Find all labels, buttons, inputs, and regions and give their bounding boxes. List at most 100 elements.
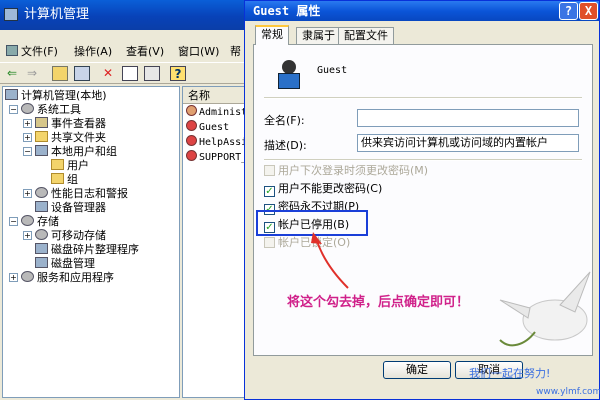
tree-shared-folders[interactable]: + 共享文件夹 xyxy=(23,131,106,145)
device-manager-icon xyxy=(35,201,48,212)
menu-file-label: 文件(F) xyxy=(21,45,58,58)
list-item-label: Administ xyxy=(199,107,248,118)
highlight-box xyxy=(256,210,368,236)
folder-open-icon xyxy=(51,159,64,170)
list-item[interactable]: Administ xyxy=(186,105,247,120)
collapse-icon[interactable]: − xyxy=(23,147,32,156)
computer-icon xyxy=(5,89,18,100)
list-item[interactable]: SUPPORT_ xyxy=(186,150,247,165)
menu-action[interactable]: 操作(A) xyxy=(74,43,112,59)
perf-logs-icon xyxy=(35,187,48,198)
menu-window[interactable]: 窗口(W) xyxy=(178,43,219,59)
delete-icon[interactable]: ✕ xyxy=(100,66,116,81)
tree-disk-management[interactable]: 磁盘管理 xyxy=(35,257,95,271)
console-tree: 计算机管理(本地) − 系统工具 + 事件查看器 + 共享文件夹 − 本地用户和组 用户… xyxy=(2,86,180,398)
forward-arrow-icon[interactable]: ⇒ xyxy=(24,66,40,81)
tools-icon xyxy=(21,103,34,114)
tree-label: 磁盘碎片整理程序 xyxy=(51,243,139,256)
services-icon xyxy=(21,271,34,282)
tree-label: 可移动存储 xyxy=(51,229,106,242)
tree-root[interactable]: 计算机管理(本地) xyxy=(5,89,107,103)
help-icon[interactable]: ? xyxy=(170,66,186,81)
menu-file[interactable]: 文件(F) xyxy=(6,43,58,59)
expand-icon[interactable]: + xyxy=(23,133,32,142)
folder-icon xyxy=(51,173,64,184)
tab-general[interactable]: 常规 xyxy=(255,25,289,45)
storage-icon xyxy=(21,215,34,226)
tree-label: 磁盘管理 xyxy=(51,257,95,270)
tree-label: 本地用户和组 xyxy=(51,145,117,158)
fullname-label: 全名(F): xyxy=(264,114,305,127)
tree-root-label: 计算机管理(本地) xyxy=(21,89,107,102)
computer-management-icon xyxy=(4,8,18,21)
description-field[interactable]: 供来宾访问计算机或访问域的内置帐户 xyxy=(357,134,579,152)
cm-title-text: 计算机管理 xyxy=(24,7,90,22)
cannot-change-password-checkbox[interactable]: ✓ 用户不能更改密码(C) xyxy=(264,182,382,197)
tree-users[interactable]: 用户 xyxy=(51,159,89,173)
watermark-url: www.ylmf.com xyxy=(536,387,600,397)
expand-icon[interactable]: + xyxy=(23,119,32,128)
tree-label: 组 xyxy=(67,173,78,186)
tree-label: 用户 xyxy=(67,159,89,172)
disabled-user-icon xyxy=(186,135,197,146)
cm-menu-bar: 文件(F) 操作(A) 查看(V) 窗口(W) 帮 xyxy=(0,40,245,62)
watermark-text: 我们一起在努力! xyxy=(469,367,551,380)
column-header-name[interactable]: 名称 xyxy=(183,87,247,104)
dialog-title-bar[interactable]: Guest 属性 ? X xyxy=(245,1,599,21)
defrag-icon xyxy=(35,243,48,254)
list-item[interactable]: Guest xyxy=(186,120,229,135)
must-change-password-checkbox[interactable]: 用户下次登录时须更改密码(M) xyxy=(264,164,428,178)
expand-icon[interactable]: + xyxy=(9,273,18,282)
tree-storage[interactable]: − 存储 xyxy=(9,215,59,229)
instruction-annotation: 将这个勾去掉，后点确定即可！ xyxy=(287,295,470,310)
tree-perf-logs[interactable]: + 性能日志和警报 xyxy=(23,187,128,201)
expand-icon[interactable]: + xyxy=(23,189,32,198)
tree-event-viewer[interactable]: + 事件查看器 xyxy=(23,117,106,131)
collapse-icon[interactable]: − xyxy=(9,217,18,226)
cm-toolbar: ⇐ ⇒ ✕ ? xyxy=(0,62,245,84)
tree-label: 事件查看器 xyxy=(51,117,106,130)
tab-member-of[interactable]: 隶属于 xyxy=(296,27,341,44)
export-icon[interactable] xyxy=(144,66,160,81)
menu-view[interactable]: 查看(V) xyxy=(126,43,164,59)
disabled-user-icon xyxy=(186,150,197,161)
close-button[interactable]: X xyxy=(579,2,598,20)
ok-button[interactable]: 确定 xyxy=(383,361,451,379)
list-item-label: HelpAssi xyxy=(199,137,248,148)
list-item[interactable]: HelpAssi xyxy=(186,135,247,150)
tree-local-users-groups[interactable]: − 本地用户和组 xyxy=(23,145,117,159)
menu-help[interactable]: 帮 xyxy=(230,43,241,59)
shared-folder-icon xyxy=(35,131,48,142)
event-viewer-icon xyxy=(35,117,48,128)
tree-label: 系统工具 xyxy=(37,103,81,116)
users-groups-icon xyxy=(35,145,48,156)
file-menu-icon xyxy=(6,45,18,56)
user-list: 名称 Administ Guest HelpAssi SUPPORT_ xyxy=(182,86,248,398)
tree-removable-storage[interactable]: + 可移动存储 xyxy=(23,229,106,243)
help-button[interactable]: ? xyxy=(559,2,578,20)
account-locked-checkbox[interactable]: 帐户已锁定(O) xyxy=(264,236,350,250)
user-name: Guest xyxy=(317,65,348,76)
checkmark-icon[interactable]: ✓ xyxy=(264,186,275,197)
checkbox-label: 帐户已锁定(O) xyxy=(278,236,351,249)
properties-icon[interactable] xyxy=(122,66,138,81)
user-icon xyxy=(186,105,197,116)
up-folder-icon[interactable] xyxy=(52,66,68,81)
tree-services-apps[interactable]: + 服务和应用程序 xyxy=(9,271,114,285)
tree-label: 设备管理器 xyxy=(51,201,106,214)
tree-system-tools[interactable]: − 系统工具 xyxy=(9,103,81,117)
checkbox-box[interactable] xyxy=(264,237,275,248)
tree-label: 存储 xyxy=(37,215,59,228)
tree-defrag[interactable]: 磁盘碎片整理程序 xyxy=(35,243,139,257)
checkbox-box[interactable] xyxy=(264,165,275,176)
fullname-field[interactable] xyxy=(357,109,579,127)
back-arrow-icon[interactable]: ⇐ xyxy=(4,66,20,81)
tab-profile[interactable]: 配置文件 xyxy=(338,27,394,44)
checkbox-label: 用户下次登录时须更改密码(M) xyxy=(278,164,429,177)
expand-icon[interactable]: + xyxy=(23,231,32,240)
collapse-icon[interactable]: − xyxy=(9,105,18,114)
show-tree-icon[interactable] xyxy=(74,66,90,81)
tree-device-manager[interactable]: 设备管理器 xyxy=(35,201,106,215)
tree-groups[interactable]: 组 xyxy=(51,173,78,187)
dialog-title-text: Guest 属性 xyxy=(253,4,321,18)
